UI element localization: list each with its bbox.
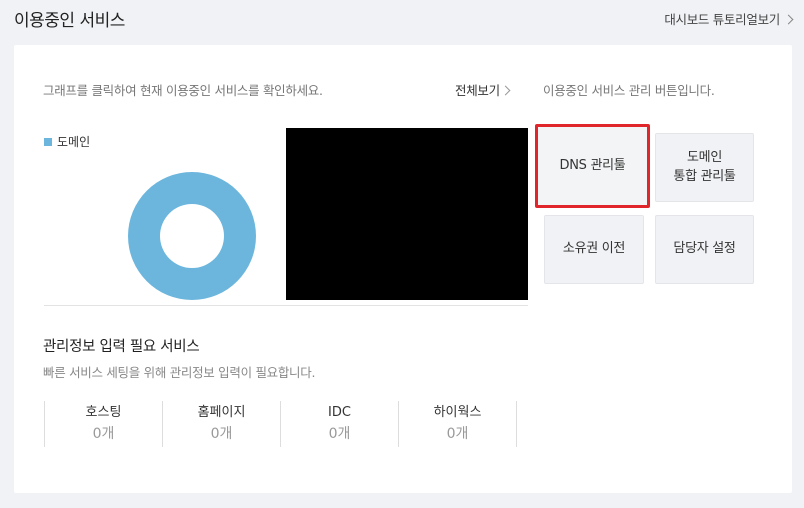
- view-all-label: 전체보기: [455, 83, 500, 98]
- service-donut-chart[interactable]: [127, 171, 257, 301]
- section-divider: [44, 305, 528, 306]
- domain-integrated-manager-button[interactable]: 도메인 통합 관리툴: [655, 133, 754, 202]
- chevron-right-icon: [783, 14, 794, 24]
- chevron-right-icon: [500, 85, 511, 95]
- dns-manager-button[interactable]: DNS 관리툴: [535, 124, 650, 208]
- contact-settings-label: 담당자 설정: [673, 241, 736, 257]
- view-all-link[interactable]: 전체보기: [455, 80, 511, 99]
- stat-label: 호스팅: [85, 405, 122, 420]
- dashboard-tutorial-label: 대시보드 튜토리얼보기: [664, 12, 780, 27]
- chart-instruction: 그래프를 클릭하여 현재 이용중인 서비스를 확인하세요.: [43, 83, 323, 98]
- stat-count: 0개: [210, 426, 233, 442]
- stat-hosting[interactable]: 호스팅 0개: [45, 401, 163, 447]
- stat-idc[interactable]: IDC 0개: [281, 401, 399, 447]
- integrated-label-line1: 도메인: [687, 149, 722, 165]
- chart-legend: 도메인: [44, 133, 90, 150]
- stat-count: 0개: [446, 426, 469, 442]
- integrated-label-line2: 통합 관리툴: [673, 168, 736, 184]
- stat-label: 홈페이지: [197, 405, 246, 420]
- required-info-stats: 호스팅 0개 홈페이지 0개 IDC 0개 하이웍스 0개: [44, 401, 517, 447]
- stat-label: 하이웍스: [433, 405, 482, 420]
- page-title: 이용중인 서비스: [14, 11, 125, 31]
- donut-slice-도메인[interactable]: [128, 172, 256, 300]
- dns-manager-label: DNS 관리툴: [559, 157, 626, 173]
- ownership-transfer-label: 소유권 이전: [562, 241, 626, 257]
- dashboard-tutorial-link[interactable]: 대시보드 튜토리얼보기: [664, 9, 794, 28]
- stat-hiworks[interactable]: 하이웍스 0개: [399, 401, 517, 447]
- ownership-transfer-button[interactable]: 소유권 이전: [544, 215, 644, 284]
- services-card: 그래프를 클릭하여 현재 이용중인 서비스를 확인하세요. 전체보기 이용중인 …: [14, 45, 792, 493]
- stat-count: 0개: [92, 426, 115, 442]
- legend-label: 도메인: [57, 135, 91, 149]
- required-info-title: 관리정보 입력 필요 서비스: [43, 339, 200, 355]
- redacted-area: [286, 128, 528, 300]
- management-description: 이용중인 서비스 관리 버튼입니다.: [543, 83, 715, 98]
- stat-label: IDC: [328, 405, 351, 420]
- stat-homepage[interactable]: 홈페이지 0개: [163, 401, 281, 447]
- required-info-subtitle: 빠른 서비스 세팅을 위해 관리정보 입력이 필요합니다.: [43, 365, 316, 380]
- contact-settings-button[interactable]: 담당자 설정: [655, 215, 754, 284]
- legend-swatch: [44, 137, 52, 146]
- stat-count: 0개: [328, 426, 351, 442]
